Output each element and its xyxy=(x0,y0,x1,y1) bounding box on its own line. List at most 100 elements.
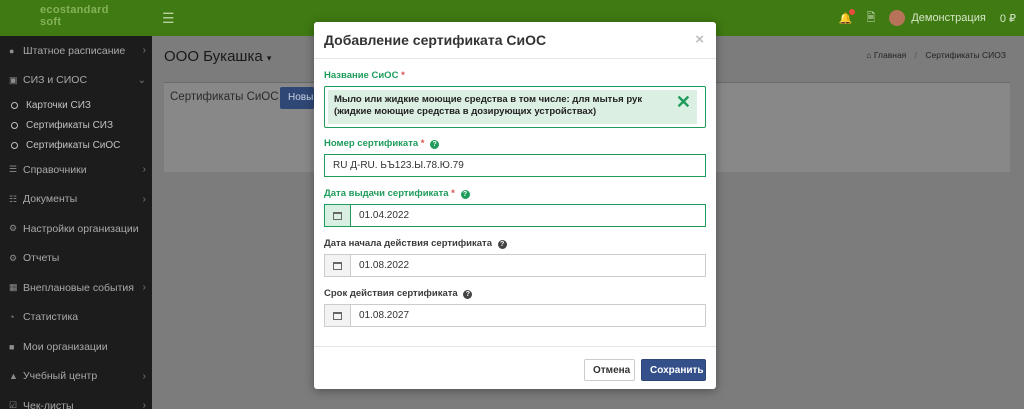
required-mark: * xyxy=(451,188,455,199)
sidebar-subitem-label: Сертификаты СИЗ xyxy=(26,119,114,131)
sidebar-item-unplanned-events[interactable]: ▦ Внеплановые события › xyxy=(0,273,152,303)
help-icon[interactable]: ? xyxy=(463,290,473,299)
sidebar-subitem-label: Сертификаты СиОС xyxy=(26,139,121,151)
breadcrumb-separator: / xyxy=(914,50,918,60)
sidebar-item-label: Статистика xyxy=(23,311,79,324)
number-label: Номер сертификата * ? xyxy=(324,138,440,149)
logo-line-2: soft xyxy=(40,16,62,28)
sidebar-item-reports[interactable]: ⚙ Отчеты xyxy=(0,244,152,274)
sidebar-item-training-center[interactable]: ▲ Учебный центр › xyxy=(0,362,152,392)
expiry-date-field[interactable]: 01.08.2027 xyxy=(324,304,706,327)
help-icon[interactable]: ? xyxy=(430,140,440,149)
chevron-right-icon: › xyxy=(142,400,146,409)
sidebar-subitem-sios-certificates[interactable]: Сертификаты СиОС xyxy=(0,135,152,155)
sidebar-item-label: Справочники xyxy=(23,163,87,176)
new-certificate-button[interactable]: Новы xyxy=(280,87,314,109)
topbar-right: 🔔 🗎 Демонстрация 0 ₽ xyxy=(839,0,1016,36)
graduation-cap-icon: ▲ xyxy=(9,371,18,382)
certificate-number-input[interactable]: RU Д-RU. ЬЪ123.Ы.78.Ю.79 xyxy=(324,154,706,177)
hamburger-menu-icon[interactable]: ☰ xyxy=(162,10,175,27)
start-date-field[interactable]: 01.08.2022 xyxy=(324,254,706,277)
name-label: Название СиОС * xyxy=(324,70,405,81)
chevron-right-icon: › xyxy=(142,164,146,176)
help-icon[interactable]: ? xyxy=(460,190,470,199)
close-icon[interactable]: × xyxy=(695,31,704,48)
breadcrumb-current: Сертификаты СИОЗ xyxy=(925,50,1006,60)
sidebar-item-label: Чек-листы xyxy=(23,399,74,409)
expiry-date-label-text: Срок действия сертификата xyxy=(324,288,458,299)
clear-selection-icon[interactable]: ✕ xyxy=(676,93,691,111)
breadcrumb: ⌂ Главная / Сертификаты СИОЗ xyxy=(866,50,1006,60)
logo-line-1: ecostandard xyxy=(40,4,109,16)
sidebar-item-my-organizations[interactable]: ■ Мои организации xyxy=(0,332,152,362)
bell-icon[interactable]: 🔔 xyxy=(839,8,856,25)
sidebar-item-checklists[interactable]: ☑ Чек-листы › xyxy=(0,391,152,409)
sidebar-subitem-ppe-cards[interactable]: Карточки СИЗ xyxy=(0,95,152,115)
user-menu[interactable]: Демонстрация xyxy=(889,10,986,26)
pie-chart-icon: ◔ xyxy=(9,312,15,323)
checklist-icon: ☑ xyxy=(9,400,18,409)
document-icon[interactable]: 🗎 xyxy=(866,9,875,28)
breadcrumb-home[interactable]: Главная xyxy=(874,50,906,60)
required-mark: * xyxy=(420,138,425,149)
balance[interactable]: 0 ₽ xyxy=(1000,12,1016,25)
sidebar-item-label: Учебный центр xyxy=(23,370,98,383)
list-icon: ☰ xyxy=(9,164,18,175)
sidebar-item-label: Внеплановые события xyxy=(23,281,134,294)
sidebar-item-label: Отчеты xyxy=(23,252,60,265)
sidebar-item-documents[interactable]: ☷ Документы › xyxy=(0,185,152,215)
sidebar-item-statistics[interactable]: ◔ Статистика xyxy=(0,303,152,333)
caret-down-icon: ▾ xyxy=(266,53,272,63)
cancel-button[interactable]: Отмена xyxy=(584,359,635,381)
chevron-right-icon: › xyxy=(142,193,146,205)
sidebar-item-ppe[interactable]: ▣ СИЗ и СИОС ⌄ xyxy=(0,66,152,96)
calendar-icon: ▦ xyxy=(9,282,18,293)
calendar-icon[interactable] xyxy=(325,305,351,326)
sidebar-item-references[interactable]: ☰ Справочники › xyxy=(0,155,152,185)
save-button[interactable]: Сохранить xyxy=(641,359,706,381)
selected-sios-tag: Мыло или жидкие моющие средства в том чи… xyxy=(328,90,697,124)
sidebar-item-org-settings[interactable]: ⚙ Настройки организации xyxy=(0,214,152,244)
issue-date-input[interactable]: 01.04.2022 xyxy=(351,205,417,226)
sios-name-select[interactable]: Мыло или жидкие моющие средства в том чи… xyxy=(324,86,706,128)
calendar-icon[interactable] xyxy=(325,255,351,276)
users-icon: ● xyxy=(9,45,15,56)
help-icon[interactable]: ? xyxy=(497,240,507,249)
chevron-right-icon: › xyxy=(142,45,146,57)
required-mark: * xyxy=(401,70,405,81)
modal-title: Добавление сертификата СиОС xyxy=(324,32,547,48)
panel-title: Сертификаты СиОС xyxy=(170,91,279,103)
issue-date-label-text: Дата выдачи сертификата xyxy=(324,188,449,199)
gear-icon: ⚙ xyxy=(9,252,18,263)
chevron-right-icon: › xyxy=(142,282,146,294)
sidebar: ● Штатное расписание › ▣ СИЗ и СИОС ⌄ Ка… xyxy=(0,36,152,409)
expiry-date-label: Срок действия сертификата ? xyxy=(324,288,473,299)
logo[interactable]: ecostandard soft xyxy=(0,0,152,36)
building-icon: ■ xyxy=(9,341,15,352)
avatar xyxy=(889,10,906,26)
sidebar-subitem-ppe-certificates[interactable]: Сертификаты СИЗ xyxy=(0,115,152,135)
number-label-text: Номер сертификата xyxy=(324,138,419,149)
briefcase-icon: ▣ xyxy=(9,74,18,85)
modal-header: Добавление сертификата СиОС × xyxy=(314,22,716,59)
sidebar-item-label: Штатное расписание xyxy=(23,44,126,57)
user-name: Демонстрация xyxy=(911,11,986,24)
circle-icon xyxy=(11,141,18,149)
sidebar-item-label: Настройки организации xyxy=(23,222,139,235)
gear-icon: ⚙ xyxy=(9,223,18,234)
circle-icon xyxy=(11,121,18,129)
start-date-label-text: Дата начала действия сертификата xyxy=(324,238,492,249)
calendar-icon[interactable] xyxy=(325,205,351,226)
organization-selector[interactable]: ООО Букашка ▾ xyxy=(164,48,271,65)
start-date-input[interactable]: 01.08.2022 xyxy=(351,255,417,276)
issue-date-field[interactable]: 01.04.2022 xyxy=(324,204,706,227)
modal-footer: Отмена Сохранить xyxy=(314,347,716,389)
organization-name: ООО Букашка xyxy=(164,48,263,65)
add-certificate-modal: Добавление сертификата СиОС × Название С… xyxy=(314,22,716,389)
chevron-right-icon: › xyxy=(142,370,146,382)
sidebar-item-staffing[interactable]: ● Штатное расписание › xyxy=(0,36,152,66)
sidebar-item-label: Мои организации xyxy=(23,340,108,353)
expiry-date-input[interactable]: 01.08.2027 xyxy=(351,305,417,326)
home-icon: ⌂ xyxy=(866,50,872,60)
issue-date-label: Дата выдачи сертификата * ? xyxy=(324,188,470,199)
